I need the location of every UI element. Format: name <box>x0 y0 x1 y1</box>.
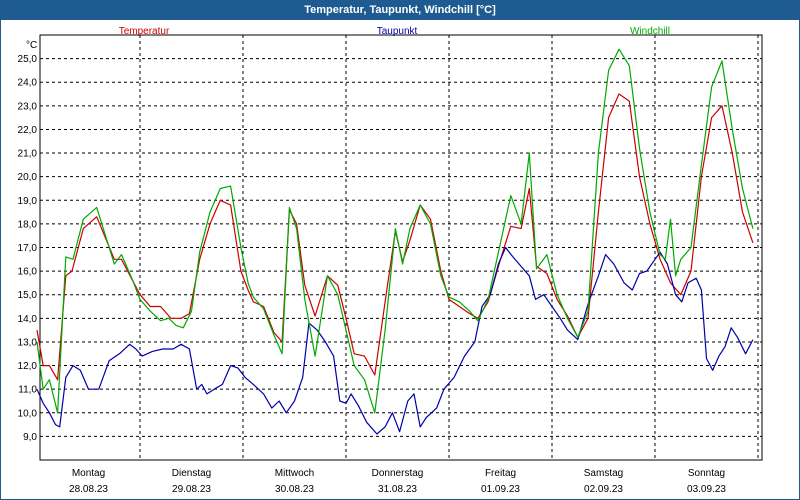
x-day-label: Dienstag <box>172 468 211 479</box>
x-day-label: Montag <box>72 468 105 479</box>
y-tick-label: 18,0 <box>18 219 38 230</box>
x-date-label: 29.08.23 <box>172 484 211 495</box>
y-tick-label: 15,0 <box>18 290 38 301</box>
y-tick-label: 20,0 <box>18 172 38 183</box>
legend-windchill: Windchill <box>630 26 670 37</box>
x-day-label: Samstag <box>584 468 623 479</box>
x-day-label: Mittwoch <box>275 468 314 479</box>
y-tick-label: 23,0 <box>18 101 38 112</box>
legend-temperature: Temperatur <box>119 26 170 37</box>
legend-dewpoint: Taupunkt <box>377 26 418 37</box>
y-tick-label: 24,0 <box>18 78 38 89</box>
x-date-label: 01.09.23 <box>481 484 520 495</box>
y-tick-label: 11,0 <box>18 385 37 396</box>
x-date-label: 03.09.23 <box>687 484 726 495</box>
y-tick-label: 13,0 <box>18 337 38 348</box>
y-tick-label: 25,0 <box>18 54 38 65</box>
y-tick-label: 16,0 <box>18 267 38 278</box>
y-tick-label: 14,0 <box>18 314 38 325</box>
y-axis-unit: °C <box>26 40 37 51</box>
y-tick-label: 19,0 <box>18 196 38 207</box>
x-day-label: Donnerstag <box>372 468 424 479</box>
x-date-label: 28.08.23 <box>69 484 108 495</box>
x-date-label: 30.08.23 <box>275 484 314 495</box>
y-tick-label: 12,0 <box>18 361 38 372</box>
x-day-label: Freitag <box>485 468 516 479</box>
y-tick-label: 22,0 <box>18 125 38 136</box>
chart-area: °C Temperatur Taupunkt Windchill 9,0 10,0… <box>18 26 763 495</box>
y-tick-label: 21,0 <box>18 149 38 160</box>
x-date-label: 31.08.23 <box>378 484 417 495</box>
y-tick-label: 9,0 <box>23 432 37 443</box>
y-tick-label: 17,0 <box>18 243 38 254</box>
y-tick-label: 10,0 <box>18 408 38 419</box>
windchill-line <box>36 48 754 414</box>
dewpoint-line <box>36 246 754 435</box>
x-day-label: Sonntag <box>688 468 725 479</box>
x-date-label: 02.09.23 <box>584 484 623 495</box>
